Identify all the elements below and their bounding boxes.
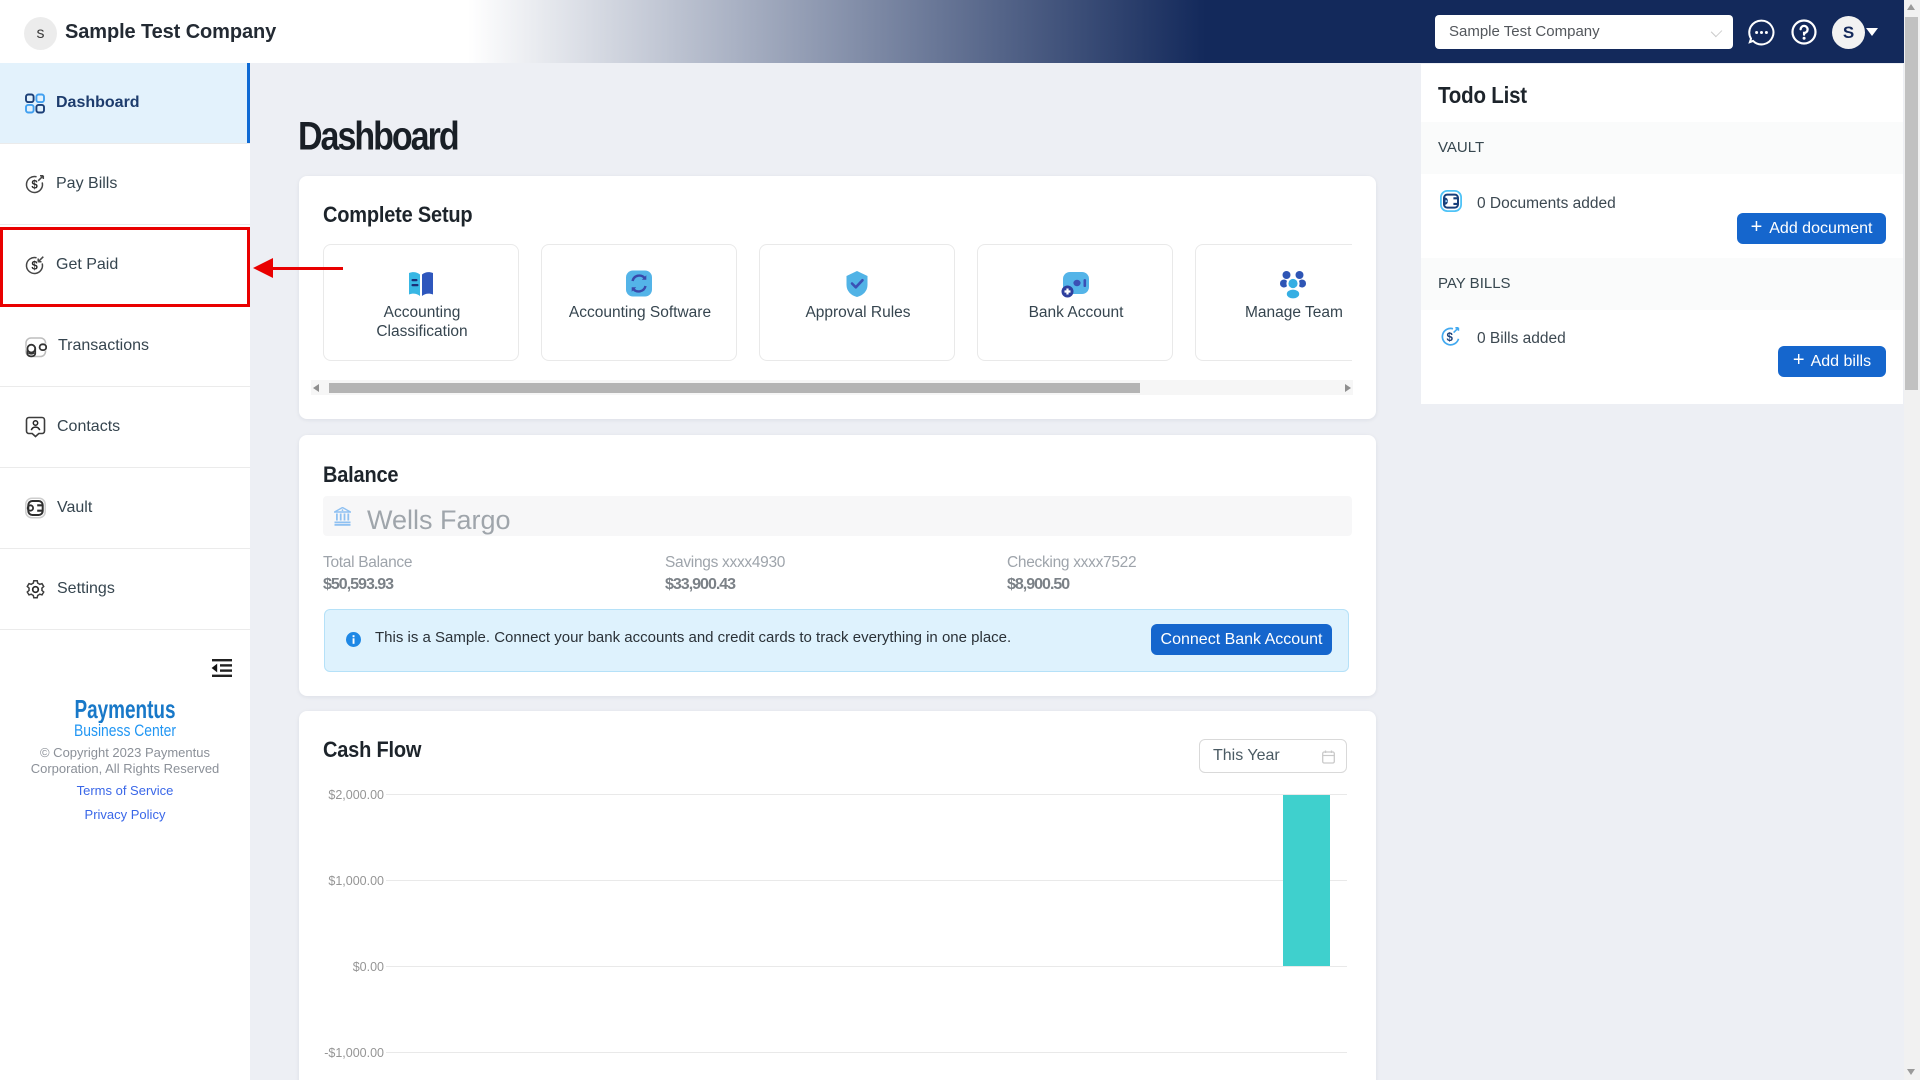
svg-text:Business Center: Business Center bbox=[74, 722, 176, 740]
svg-text:$: $ bbox=[1446, 332, 1453, 344]
svg-text:Paymentus: Paymentus bbox=[75, 697, 176, 723]
svg-text:$: $ bbox=[31, 180, 38, 192]
